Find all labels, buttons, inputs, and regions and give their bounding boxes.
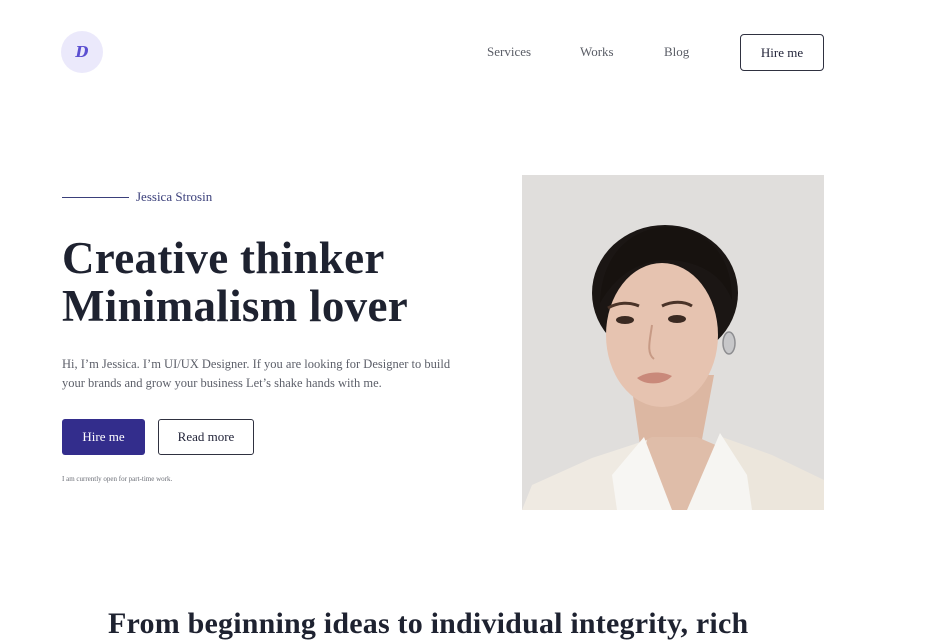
logo-mark-icon: D — [75, 42, 89, 61]
portrait-photo — [522, 175, 824, 510]
availability-note: I am currently open for part-time work. — [62, 475, 173, 483]
portrait-illustration — [522, 175, 824, 510]
read-more-button[interactable]: Read more — [158, 419, 254, 455]
eyebrow-divider — [62, 197, 129, 198]
hero-intro: Hi, I’m Jessica. I’m UI/UX Designer. If … — [62, 357, 451, 390]
section-heading: From beginning ideas to individual integ… — [108, 607, 749, 640]
hire-me-button[interactable]: Hire me — [62, 419, 145, 455]
nav-link-works[interactable]: Works — [580, 44, 614, 60]
hero-headline-line-1: Creative thinker — [62, 233, 385, 283]
eyebrow-name: Jessica Strosin — [136, 189, 213, 204]
logo[interactable]: D — [61, 31, 103, 73]
hero-headline: Creative thinker Minimalism lover — [62, 234, 408, 330]
nav-link-blog[interactable]: Blog — [664, 44, 689, 60]
header-hire-me-button[interactable]: Hire me — [740, 34, 824, 71]
nav-link-services[interactable]: Services — [487, 44, 531, 60]
hero-headline-line-2: Minimalism lover — [62, 281, 408, 331]
